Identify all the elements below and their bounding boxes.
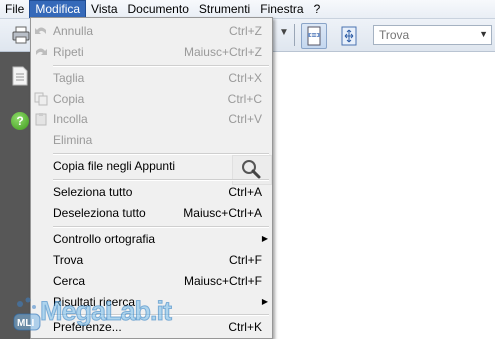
watermark-text: MegaLab.it	[39, 296, 172, 327]
submenu-arrow-icon: ▶	[261, 297, 268, 306]
help-icon[interactable]: ?	[11, 112, 29, 130]
edit-menu: Annulla Ctrl+Z Ripeti Maiusc+Ctrl+Z Tagl…	[30, 17, 273, 339]
menu-item-search[interactable]: Cerca Maiusc+Ctrl+F	[31, 271, 272, 291]
menu-separator	[53, 179, 269, 181]
pages-icon[interactable]	[12, 66, 28, 86]
menu-help[interactable]: ?	[309, 0, 326, 18]
menu-item-undo[interactable]: Annulla Ctrl+Z	[31, 21, 272, 41]
menu-item-spell-check[interactable]: Controllo ortografia ▶	[31, 229, 272, 249]
menu-modifica[interactable]: Modifica	[29, 0, 87, 18]
menu-finestra[interactable]: Finestra	[255, 0, 308, 18]
print-icon[interactable]	[12, 26, 30, 44]
fit-width-icon	[307, 26, 321, 46]
menu-documento[interactable]: Documento	[123, 0, 194, 18]
menu-separator	[53, 226, 269, 228]
menu-item-copy[interactable]: Copia Ctrl+C	[31, 89, 272, 109]
undo-icon	[35, 27, 46, 34]
menu-item-paste[interactable]: Incolla Ctrl+V	[31, 109, 272, 129]
menu-item-deselect-all[interactable]: Deseleziona tutto Maiusc+Ctrl+A	[31, 203, 272, 223]
toolbar-dropdown-icon[interactable]: ▼	[279, 27, 289, 38]
toolbar-separator	[294, 24, 295, 46]
fit-width-button[interactable]	[301, 23, 327, 49]
svg-text:MLI: MLI	[17, 318, 34, 329]
menu-item-select-all[interactable]: Seleziona tutto Ctrl+A	[31, 182, 272, 202]
find-dropdown-icon[interactable]: ▼	[479, 29, 488, 39]
copy-icon	[34, 92, 48, 106]
menu-strumenti[interactable]: Strumenti	[194, 0, 255, 18]
redo-icon	[36, 48, 47, 55]
menu-item-cut[interactable]: Taglia Ctrl+X	[31, 68, 272, 88]
paste-icon	[35, 113, 47, 126]
menu-vista[interactable]: Vista	[86, 0, 122, 18]
find-input[interactable]	[374, 26, 488, 44]
menu-item-find[interactable]: Trova Ctrl+F	[31, 250, 272, 270]
submenu-arrow-icon: ▶	[261, 234, 268, 243]
menu-item-redo[interactable]: Ripeti Maiusc+Ctrl+Z	[31, 42, 272, 62]
menu-separator	[53, 65, 269, 67]
menu-file[interactable]: File	[0, 0, 29, 18]
find-box[interactable]: ▼	[373, 25, 492, 45]
menu-item-delete[interactable]: Elimina	[31, 130, 272, 150]
fit-page-icon	[341, 26, 357, 46]
fit-page-button[interactable]	[336, 23, 362, 49]
